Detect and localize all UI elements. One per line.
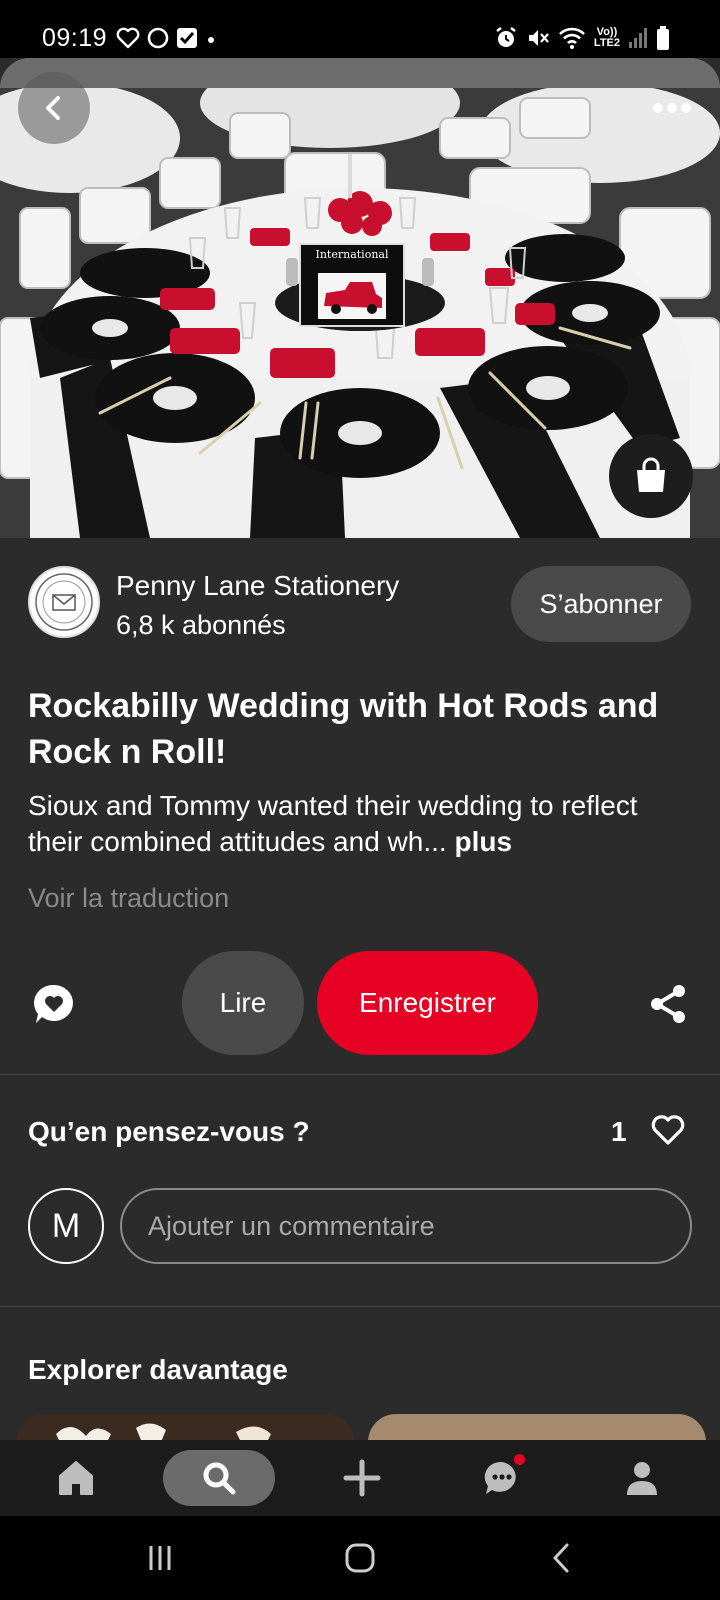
system-navigation-bar <box>0 1516 720 1600</box>
status-right-icons: Vo)) LTE2 <box>494 24 670 52</box>
translate-link[interactable]: Voir la traduction <box>28 883 229 914</box>
pin-detail-screen: International Penny Lane Stationery 6,8 … <box>0 58 720 1440</box>
heart-bubble-icon <box>34 984 73 1023</box>
react-button[interactable] <box>26 976 82 1032</box>
heart-status-icon <box>116 27 140 49</box>
more-horizontal-icon <box>653 103 691 113</box>
shopping-bag-icon <box>637 457 665 492</box>
status-time: 09:19 <box>42 24 108 52</box>
plus-icon <box>343 1459 381 1497</box>
follow-button[interactable]: S’abonner <box>511 566 691 642</box>
divider <box>0 1074 720 1075</box>
heart-outline-icon <box>651 1115 685 1145</box>
nav-messages[interactable] <box>470 1440 534 1516</box>
back-button[interactable] <box>18 72 90 144</box>
pin-title: Rockabilly Wedding with Hot Rods and Roc… <box>28 687 659 771</box>
explore-card[interactable] <box>368 1414 706 1440</box>
nav-profile[interactable] <box>610 1440 674 1516</box>
shop-button[interactable] <box>609 434 693 518</box>
chevron-left-icon <box>46 96 60 120</box>
creator-row: Penny Lane Stationery 6,8 k abonnés S’ab… <box>0 566 720 656</box>
checkbox-status-icon <box>176 27 198 49</box>
comments-heading: Qu’en pensez-vous ? <box>28 1116 310 1147</box>
back-chevron-icon <box>553 1543 569 1573</box>
nav-home[interactable] <box>44 1440 108 1516</box>
back-system-button[interactable] <box>522 1516 602 1600</box>
status-left-icons <box>116 24 218 52</box>
wifi-icon <box>558 26 586 50</box>
battery-icon <box>656 26 670 50</box>
recent-apps-button[interactable] <box>120 1516 200 1600</box>
alarm-icon <box>494 26 518 50</box>
explore-card[interactable] <box>16 1414 354 1440</box>
recent-apps-icon <box>149 1546 171 1570</box>
share-icon <box>651 985 685 1023</box>
home-square-icon <box>345 1543 375 1573</box>
read-button[interactable]: Lire <box>182 951 304 1055</box>
more-options-button[interactable] <box>642 82 702 134</box>
pin-description: Sioux and Tommy wanted their wedding to … <box>28 788 698 860</box>
bottom-navigation <box>0 1440 720 1516</box>
network-label-bottom: LTE2 <box>593 37 620 49</box>
divider <box>0 1306 720 1307</box>
volte-label: Vo)) LTE2 <box>594 27 620 49</box>
stationery-logo-icon <box>35 573 93 631</box>
creator-avatar[interactable] <box>28 566 100 638</box>
search-icon <box>203 1462 236 1495</box>
person-icon <box>627 1462 657 1495</box>
nav-create[interactable] <box>330 1440 394 1516</box>
home-icon <box>59 1461 93 1495</box>
home-system-button[interactable] <box>320 1516 400 1600</box>
follower-count: 6,8 k abonnés <box>116 610 286 640</box>
save-button[interactable]: Enregistrer <box>317 951 538 1055</box>
share-button[interactable] <box>640 976 696 1032</box>
explore-heading: Explorer davantage <box>28 1354 288 1385</box>
pin-image[interactable]: International <box>0 58 720 538</box>
dot-status-icon <box>204 31 218 45</box>
nav-search[interactable] <box>163 1450 275 1506</box>
chat-bubble-icon <box>484 1461 516 1494</box>
like-count: 1 <box>611 1116 627 1147</box>
like-button[interactable] <box>648 1110 688 1150</box>
read-more-link[interactable]: plus <box>454 826 512 857</box>
explore-thumbnail <box>16 1414 354 1440</box>
comment-input[interactable] <box>120 1188 692 1264</box>
sign-text: International <box>316 248 389 261</box>
signal-icon <box>628 27 648 49</box>
status-bar: 09:19 Vo)) LTE2 <box>0 0 720 58</box>
notification-dot <box>514 1454 525 1465</box>
pin-description-text: Sioux and Tommy wanted their wedding to … <box>28 790 638 857</box>
mute-icon <box>526 26 550 50</box>
circle-status-icon <box>146 26 170 50</box>
creator-name[interactable]: Penny Lane Stationery <box>116 570 399 602</box>
user-avatar[interactable]: M <box>28 1188 104 1264</box>
